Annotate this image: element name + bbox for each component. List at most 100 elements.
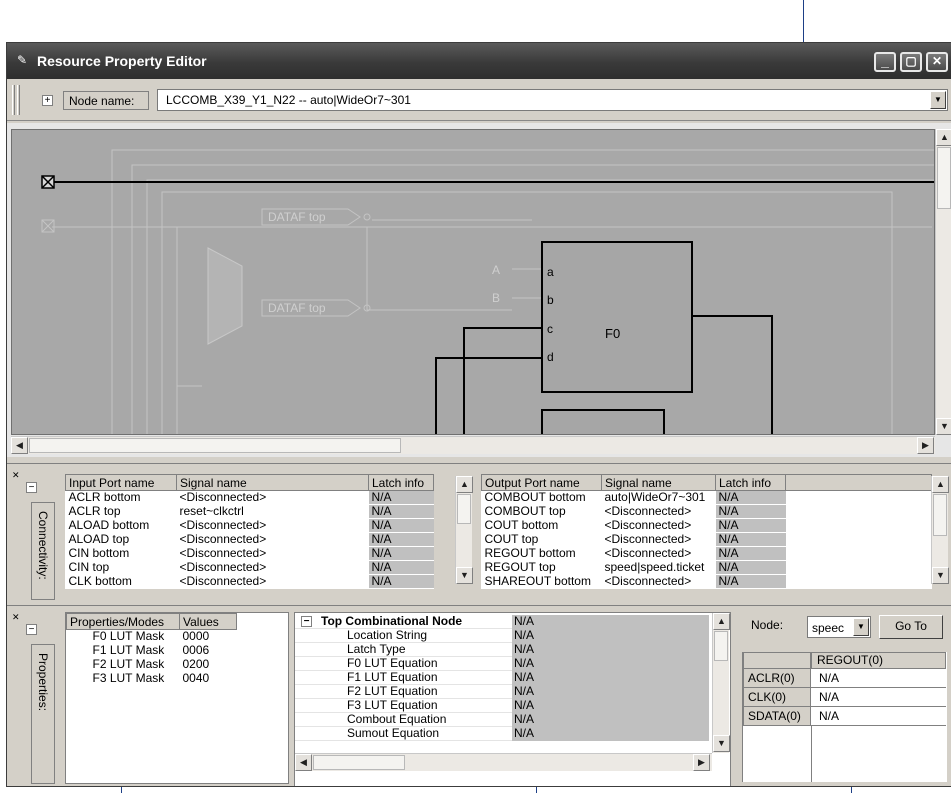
node-lookup-row[interactable]: SDATA(0) N/A: [743, 707, 948, 726]
collapse-icon[interactable]: −: [301, 616, 312, 627]
output-ports-table[interactable]: Output Port name Signal name Latch info …: [481, 474, 932, 589]
input-port-row[interactable]: CIN top <Disconnected> N/A: [65, 560, 434, 575]
collapse-icon[interactable]: −: [26, 482, 37, 493]
property-row[interactable]: F3 LUT Mask 0040: [66, 671, 237, 686]
collapse-icon[interactable]: −: [26, 624, 37, 635]
node-lookup-column-header[interactable]: REGOUT(0): [811, 652, 946, 669]
property-name: F0 LUT Mask: [66, 629, 180, 644]
scroll-left-icon[interactable]: ◀: [295, 754, 312, 771]
input-port-row[interactable]: ALOAD bottom <Disconnected> N/A: [65, 518, 434, 533]
scroll-left-icon[interactable]: ◀: [11, 437, 28, 454]
node-lookup-grid[interactable]: REGOUT(0) ACLR(0) N/A CLK(0) N/A SDATA(0) N/A: [742, 652, 947, 782]
scroll-up-icon[interactable]: ▲: [713, 613, 730, 630]
toolbar-grip-2: [17, 85, 20, 115]
scroll-down-icon[interactable]: ▼: [456, 567, 473, 584]
output-port-header[interactable]: Output Port name: [481, 474, 602, 491]
diagram-canvas[interactable]: DATAF top DATAF top A B a b c d F0: [11, 129, 935, 435]
scroll-down-icon[interactable]: ▼: [713, 735, 730, 752]
output-port-row[interactable]: REGOUT bottom <Disconnected> N/A: [481, 546, 932, 561]
diagram-hscroll-thumb[interactable]: [29, 438, 401, 453]
scroll-right-icon[interactable]: ▶: [917, 437, 934, 454]
output-port-row[interactable]: SHAREOUT bottom <Disconnected> N/A: [481, 574, 932, 589]
output-port-name: SHAREOUT bottom: [481, 574, 602, 589]
output-port-name: COUT top: [481, 532, 602, 547]
tree-root-row[interactable]: − Top Combinational Node N/A: [295, 615, 715, 629]
diagram-hscroll[interactable]: ◀ ▶: [11, 436, 935, 454]
property-row[interactable]: F2 LUT Mask 0200: [66, 657, 237, 672]
tree-item-row[interactable]: Location String N/A: [295, 629, 715, 643]
expand-icon[interactable]: +: [42, 95, 53, 106]
close-button[interactable]: ✕: [926, 52, 948, 72]
title-bar[interactable]: ✎ Resource Property Editor _ ▢ ✕: [7, 43, 951, 79]
properties-modes-header[interactable]: Properties/Modes: [66, 613, 180, 630]
tree-item-row[interactable]: F0 LUT Equation N/A: [295, 657, 715, 671]
input-port-header[interactable]: Input Port name: [65, 474, 177, 491]
output-port-row[interactable]: COUT top <Disconnected> N/A: [481, 532, 932, 547]
node-name-label[interactable]: Node name:: [63, 91, 149, 110]
input-port-row[interactable]: ACLR bottom <Disconnected> N/A: [65, 490, 434, 505]
tree-item-row[interactable]: Sumout Equation N/A: [295, 727, 715, 741]
restore-button[interactable]: ▢: [900, 52, 922, 72]
go-to-button[interactable]: Go To: [879, 615, 943, 639]
input-port-row[interactable]: ACLR top reset~clkctrl N/A: [65, 504, 434, 519]
dropdown-arrow-icon[interactable]: ▼: [930, 91, 946, 109]
input-port-row[interactable]: CIN bottom <Disconnected> N/A: [65, 546, 434, 561]
input-port-row[interactable]: CLK bottom <Disconnected> N/A: [65, 574, 434, 589]
input-signal-header[interactable]: Signal name: [176, 474, 369, 491]
node-lookup-row[interactable]: ACLR(0) N/A: [743, 669, 948, 688]
output-table-vscroll[interactable]: ▲ ▼: [931, 476, 949, 584]
tree-item-label: Location String: [295, 629, 512, 643]
tree-item-row[interactable]: Combout Equation N/A: [295, 713, 715, 727]
output-port-row[interactable]: COMBOUT top <Disconnected> N/A: [481, 504, 932, 519]
node-lookup-combo[interactable]: speec ▼: [807, 616, 871, 638]
node-name-combo[interactable]: LCCOMB_X39_Y1_N22 -- auto|WideOr7~301 ▼: [157, 89, 948, 111]
tree-item-row[interactable]: F2 LUT Equation N/A: [295, 685, 715, 699]
tree-item-row[interactable]: F1 LUT Equation N/A: [295, 671, 715, 685]
toolbar-grip[interactable]: [12, 85, 15, 115]
scroll-down-icon[interactable]: ▼: [936, 418, 951, 435]
tree-hscroll[interactable]: ◀ ▶: [295, 753, 712, 771]
minimize-button[interactable]: _: [874, 52, 896, 72]
output-signal-header[interactable]: Signal name: [601, 474, 716, 491]
dropdown-arrow-icon[interactable]: ▼: [853, 618, 869, 636]
tree-vscroll-thumb[interactable]: [714, 631, 728, 661]
input-table-vscroll[interactable]: ▲ ▼: [455, 476, 473, 584]
diagram-vscroll-thumb[interactable]: [937, 147, 951, 209]
input-port-name: CLK bottom: [65, 574, 177, 589]
tree-item-row[interactable]: F3 LUT Equation N/A: [295, 699, 715, 713]
close-panel-icon[interactable]: ✕: [12, 612, 20, 623]
input-latch-info: N/A: [368, 518, 434, 533]
property-row[interactable]: F0 LUT Mask 0000: [66, 629, 237, 644]
diagram-vscroll[interactable]: ▲ ▼: [935, 129, 951, 435]
output-port-row[interactable]: REGOUT top speed|speed.ticket N/A: [481, 560, 932, 575]
output-port-row[interactable]: COMBOUT bottom auto|WideOr7~301 N/A: [481, 490, 932, 505]
input-ports-table[interactable]: Input Port name Signal name Latch info A…: [65, 474, 434, 589]
input-signal-name: <Disconnected>: [176, 574, 369, 589]
tree-hscroll-thumb[interactable]: [313, 755, 405, 770]
close-panel-icon[interactable]: ✕: [12, 470, 20, 481]
input-latch-info: N/A: [368, 490, 434, 505]
input-latch-header[interactable]: Latch info: [368, 474, 434, 491]
properties-table[interactable]: Properties/Modes Values F0 LUT Mask 0000 F…: [66, 613, 237, 686]
properties-panel: ✕ − Properties: Properties/Modes Values …: [7, 605, 951, 786]
output-latch-header[interactable]: Latch info: [715, 474, 786, 491]
scroll-down-icon[interactable]: ▼: [932, 567, 949, 584]
input-port-row[interactable]: ALOAD top <Disconnected> N/A: [65, 532, 434, 547]
scroll-up-icon[interactable]: ▲: [456, 476, 473, 493]
lut-f0-block[interactable]: [541, 241, 693, 393]
node-lookup-row[interactable]: CLK(0) N/A: [743, 688, 948, 707]
scroll-up-icon[interactable]: ▲: [936, 129, 951, 146]
output-empty-cell: [785, 560, 932, 575]
output-port-row[interactable]: COUT bottom <Disconnected> N/A: [481, 518, 932, 533]
equation-tree[interactable]: − Top Combinational Node N/A Location St…: [294, 612, 731, 786]
properties-tab[interactable]: Properties:: [31, 644, 55, 784]
output-table-vscroll-thumb[interactable]: [933, 494, 947, 536]
scroll-right-icon[interactable]: ▶: [693, 754, 710, 771]
properties-values-header[interactable]: Values: [179, 613, 237, 630]
tree-vscroll[interactable]: ▲ ▼: [712, 613, 730, 753]
connectivity-tab[interactable]: Connectivity:: [31, 502, 55, 600]
input-table-vscroll-thumb[interactable]: [457, 494, 471, 524]
tree-item-row[interactable]: Latch Type N/A: [295, 643, 715, 657]
scroll-up-icon[interactable]: ▲: [932, 476, 949, 493]
property-row[interactable]: F1 LUT Mask 0006: [66, 643, 237, 658]
